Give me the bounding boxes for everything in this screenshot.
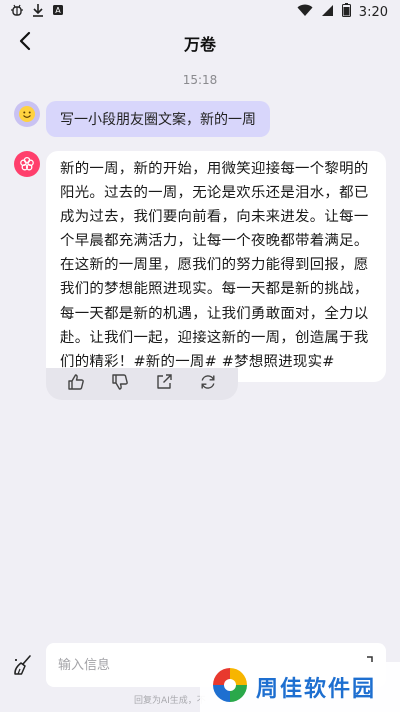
watermark-text: 周佳软件园 bbox=[256, 677, 377, 702]
watermark: 周佳软件园 bbox=[200, 662, 400, 712]
status-bar: A 3:20 bbox=[0, 0, 400, 24]
bug-icon bbox=[10, 3, 24, 21]
svg-text:A: A bbox=[55, 6, 61, 15]
sim-icon: A bbox=[52, 4, 64, 20]
wifi-icon bbox=[297, 4, 313, 21]
like-button[interactable] bbox=[63, 371, 89, 397]
user-message-text: 写一小段朋友圈文案，新的一周 bbox=[60, 112, 256, 128]
thumbs-down-icon bbox=[111, 373, 129, 395]
nav-bar: 万卷 bbox=[0, 24, 400, 62]
page-title: 万卷 bbox=[183, 35, 216, 54]
watermark-logo-icon bbox=[210, 665, 250, 709]
regenerate-icon bbox=[199, 373, 217, 395]
dislike-button[interactable] bbox=[107, 371, 133, 397]
user-message-bubble[interactable]: 写一小段朋友圈文案，新的一周 bbox=[46, 101, 270, 137]
status-time: 3:20 bbox=[358, 4, 388, 20]
clear-chat-button[interactable] bbox=[10, 654, 36, 680]
ai-message-bubble[interactable]: 新的一周，新的开始，用微笑迎接每一个黎明的阳光。过去的一周，无论是欢乐还是泪水，… bbox=[46, 151, 386, 382]
ai-avatar bbox=[14, 151, 40, 177]
ai-disclaimer: 回复为AI生成，不 bbox=[134, 696, 206, 706]
flower-icon bbox=[20, 156, 34, 171]
thumbs-up-icon bbox=[67, 373, 85, 395]
message-actions bbox=[46, 368, 238, 400]
signal-icon bbox=[321, 4, 334, 21]
share-button[interactable] bbox=[151, 371, 177, 397]
ai-message-text: 新的一周，新的开始，用微笑迎接每一个黎明的阳光。过去的一周，无论是欢乐还是泪水，… bbox=[60, 161, 369, 370]
download-icon bbox=[32, 3, 44, 21]
back-button[interactable] bbox=[12, 30, 38, 56]
status-right: 3:20 bbox=[297, 3, 388, 21]
smiley-icon bbox=[19, 106, 35, 122]
message-timestamp: 15:18 bbox=[182, 73, 218, 87]
regenerate-button[interactable] bbox=[195, 371, 221, 397]
user-avatar bbox=[14, 101, 40, 127]
battery-icon bbox=[341, 3, 351, 21]
status-left: A bbox=[10, 3, 64, 21]
share-icon bbox=[155, 373, 173, 395]
broom-icon bbox=[12, 654, 34, 680]
chevron-left-icon bbox=[18, 31, 32, 55]
